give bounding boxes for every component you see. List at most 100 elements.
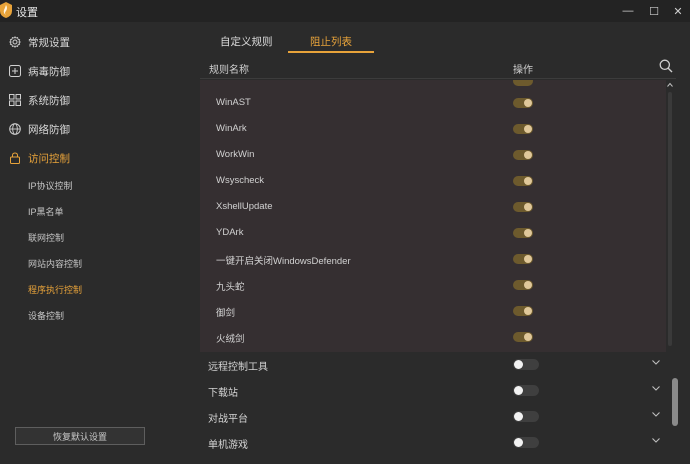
category-name: 单机游戏 xyxy=(208,440,248,451)
list-scrollbar[interactable] xyxy=(667,80,673,352)
grid-icon xyxy=(9,94,21,106)
toggle-switch[interactable] xyxy=(513,176,533,186)
toggle-switch[interactable] xyxy=(513,98,533,108)
expanded-list: WinAST WinArk WorkWin Wsyscheck XshellUp… xyxy=(200,80,666,352)
column-header-name: 规则名称 xyxy=(209,65,249,76)
shield-logo-icon xyxy=(0,2,12,18)
subitem-program-execution[interactable]: 程序执行控制 xyxy=(28,283,82,296)
gear-icon xyxy=(9,36,21,48)
list-item: XshellUpdate xyxy=(200,194,666,220)
sidebar-item-label: 网络防御 xyxy=(28,123,70,136)
toggle-knob xyxy=(514,360,523,369)
subitem-ip-protocol[interactable]: IP协议控制 xyxy=(28,179,73,192)
toggle-switch[interactable] xyxy=(513,332,533,342)
toggle-knob xyxy=(524,203,532,211)
toggle-switch[interactable] xyxy=(513,411,539,422)
toggle-knob xyxy=(524,307,532,315)
list-item: 火绒剑 xyxy=(200,324,666,350)
toggle-switch[interactable] xyxy=(513,150,533,160)
reset-defaults-button[interactable]: 恢复默认设置 xyxy=(15,427,145,445)
chevron-down-icon[interactable] xyxy=(651,409,661,419)
plus-square-icon xyxy=(9,65,21,77)
toggle-switch[interactable] xyxy=(513,202,533,212)
sidebar-item-label: 病毒防御 xyxy=(28,65,70,78)
toggle-knob xyxy=(514,438,523,447)
rule-name: WinArk xyxy=(216,123,247,134)
list-item: WinArk xyxy=(200,116,666,142)
toggle-knob xyxy=(514,412,523,421)
toggle-knob xyxy=(524,99,532,107)
chevron-down-icon[interactable] xyxy=(651,383,661,393)
tab-block-list[interactable]: 阻止列表 xyxy=(310,34,352,49)
sidebar-item-general[interactable]: 常规设置 xyxy=(0,28,180,56)
rule-name: 火绒剑 xyxy=(216,334,245,345)
sidebar: 常规设置 病毒防御 系统防御 网络防御 访问控制 IP协议控制 IP黑名单 联网… xyxy=(0,22,180,464)
list-item: WorkWin xyxy=(200,142,666,168)
sidebar-item-label: 访问控制 xyxy=(28,152,70,165)
list-item: WinAST xyxy=(200,90,666,116)
list-item: YDArk xyxy=(200,220,666,246)
sidebar-item-label: 常规设置 xyxy=(28,36,70,49)
toggle-switch[interactable] xyxy=(513,385,539,396)
toggle-switch[interactable] xyxy=(513,228,533,238)
sidebar-item-label: 系统防御 xyxy=(28,94,70,107)
toggle-switch[interactable] xyxy=(513,437,539,448)
chevron-down-icon[interactable] xyxy=(651,357,661,367)
main-panel: 自定义规则 阻止列表 规则名称 操作 WinAST WinArk WorkWin… xyxy=(180,22,690,464)
category-name: 下载站 xyxy=(208,388,238,399)
category-row[interactable]: 单机游戏 xyxy=(200,429,666,455)
scroll-up-icon[interactable] xyxy=(667,82,673,88)
toggle-switch[interactable] xyxy=(513,124,533,134)
toggle-knob xyxy=(524,125,532,133)
toggle-switch[interactable] xyxy=(513,280,533,290)
toggle-knob xyxy=(514,386,523,395)
window-title: 设置 xyxy=(16,7,38,19)
list-item: 御剑 xyxy=(200,298,666,324)
toggle-knob xyxy=(524,255,532,263)
toggle-knob xyxy=(524,229,532,237)
category-name: 远程控制工具 xyxy=(208,362,268,373)
category-row[interactable]: 下载站 xyxy=(200,377,666,403)
sidebar-item-system[interactable]: 系统防御 xyxy=(0,86,180,114)
toggle-switch[interactable] xyxy=(513,254,533,264)
rule-name: 御剑 xyxy=(216,308,236,319)
rule-name: 一键开启关闭WindowsDefender xyxy=(216,256,351,267)
toggle-knob xyxy=(524,177,532,185)
list-item: Wsyscheck xyxy=(200,168,666,194)
lock-icon xyxy=(10,152,20,164)
sidebar-item-access-control[interactable]: 访问控制 xyxy=(0,144,180,172)
main-scrollbar-thumb[interactable] xyxy=(672,378,678,426)
subitem-web-content[interactable]: 网站内容控制 xyxy=(28,257,82,270)
toggle-switch-partial[interactable] xyxy=(513,80,533,86)
tab-custom-rules[interactable]: 自定义规则 xyxy=(220,34,273,49)
list-item: 一键开启关闭WindowsDefender xyxy=(200,246,666,272)
list-item: 九头蛇 xyxy=(200,272,666,298)
sidebar-item-network[interactable]: 网络防御 xyxy=(0,115,180,143)
category-name: 对战平台 xyxy=(208,414,248,425)
search-icon[interactable] xyxy=(659,59,673,73)
title-bar: 设置 — ☐ ✕ xyxy=(0,0,690,22)
rule-name: Wsyscheck xyxy=(216,175,265,186)
subitem-ip-blacklist[interactable]: IP黑名单 xyxy=(28,205,64,218)
category-row[interactable]: 远程控制工具 xyxy=(200,351,666,377)
minimize-button[interactable]: — xyxy=(614,0,642,22)
sidebar-item-virus[interactable]: 病毒防御 xyxy=(0,57,180,85)
rule-name: WorkWin xyxy=(216,149,255,160)
rule-name: WinAST xyxy=(216,97,251,108)
subitem-network-control[interactable]: 联网控制 xyxy=(28,231,64,244)
list-scrollbar-thumb[interactable] xyxy=(668,92,672,346)
rule-name: XshellUpdate xyxy=(216,201,273,212)
rule-name: 九头蛇 xyxy=(216,282,245,293)
chevron-down-icon[interactable] xyxy=(651,435,661,445)
toggle-knob xyxy=(524,333,532,341)
table-header: 规则名称 操作 xyxy=(200,53,676,79)
toggle-switch[interactable] xyxy=(513,359,539,370)
globe-icon xyxy=(9,123,21,135)
subitem-device-control[interactable]: 设备控制 xyxy=(28,309,64,322)
category-row[interactable]: 对战平台 xyxy=(200,403,666,429)
column-header-operation: 操作 xyxy=(513,65,533,76)
rule-name: YDArk xyxy=(216,227,244,238)
toggle-knob xyxy=(524,281,532,289)
toggle-switch[interactable] xyxy=(513,306,533,316)
close-button[interactable]: ✕ xyxy=(664,0,690,22)
